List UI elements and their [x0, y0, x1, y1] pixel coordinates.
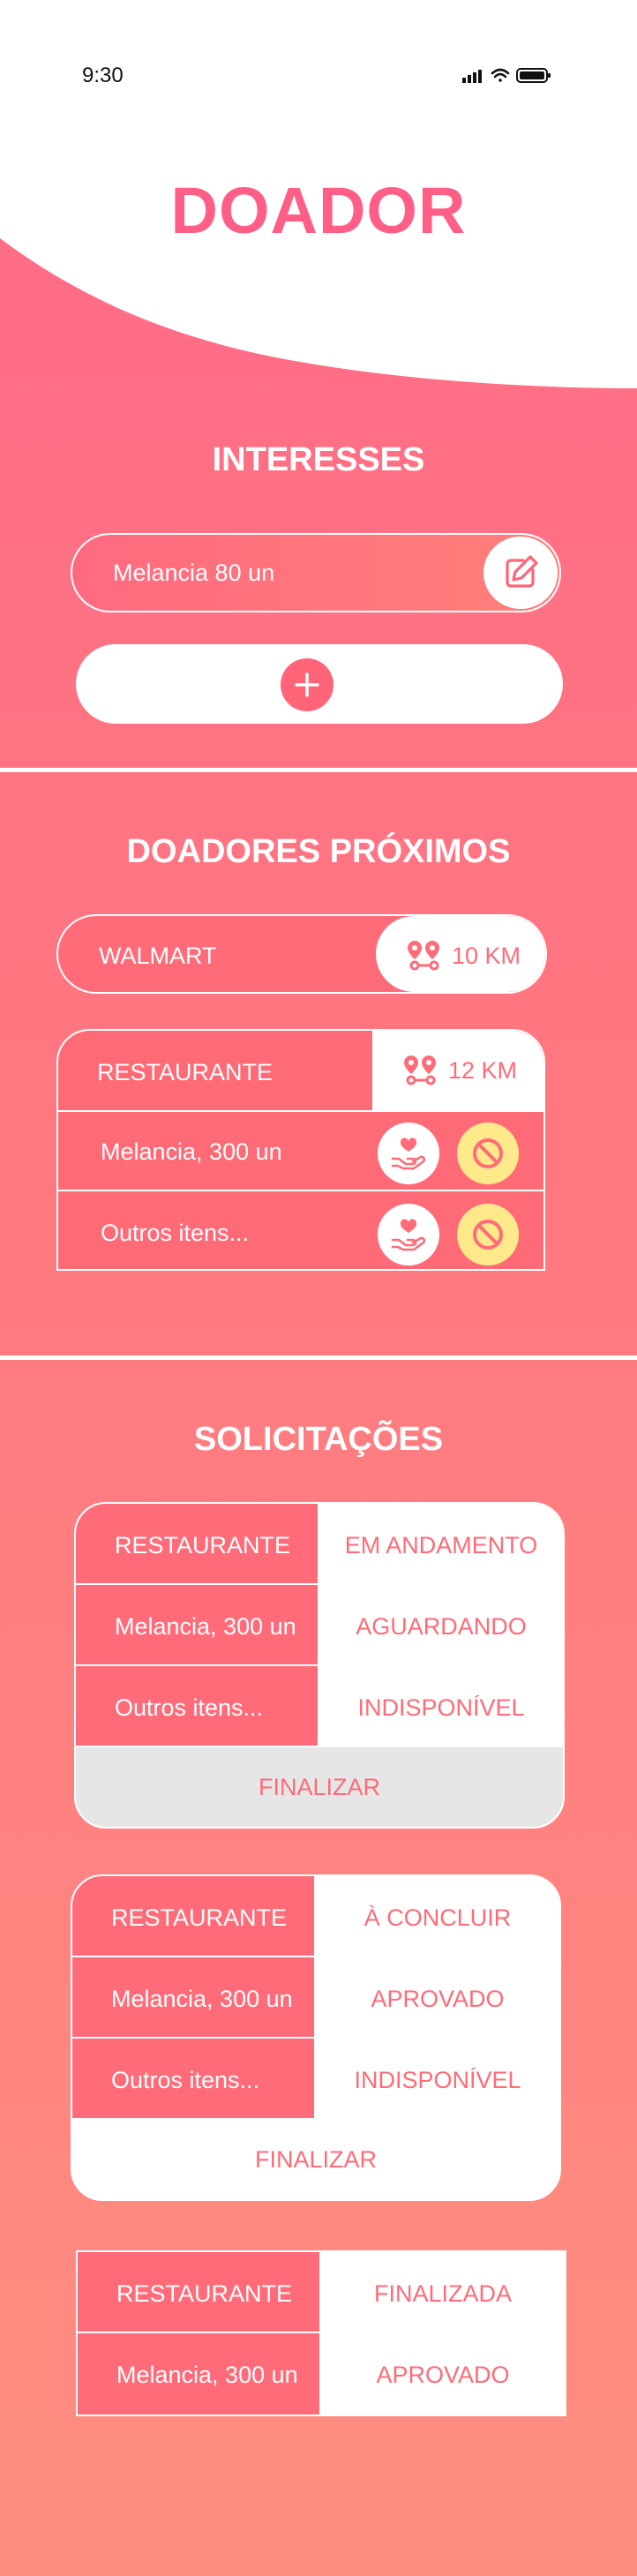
section-divider: [0, 1356, 637, 1360]
request-status: FINALIZADA: [373, 2280, 513, 2307]
finalize-button-disabled[interactable]: FINALIZAR: [76, 1747, 563, 1827]
section-title-solicitacoes: SOLICITAÇÕES: [193, 1421, 444, 1458]
donor-offer-label: Melancia, 300 un: [101, 1138, 282, 1165]
request-row: Melancia, 300 un AGUARDANDO: [76, 1585, 563, 1666]
interest-item[interactable]: Melancia 80 un: [71, 533, 561, 612]
section-title-interesses: INTERESSES: [212, 441, 425, 478]
request-row: Melancia, 300 un APROVADO: [78, 2333, 565, 2415]
block-icon: [473, 1138, 503, 1168]
request-item-status: INDISPONÍVEL: [357, 1694, 525, 1721]
edit-icon: [506, 555, 538, 588]
finalize-button[interactable]: FINALIZAR: [72, 2120, 559, 2199]
section-divider: [0, 768, 637, 772]
heart-hand-icon: [391, 1219, 426, 1251]
battery-icon: [516, 68, 551, 83]
section-title-doadores: DOADORES PRÓXIMOS: [126, 833, 511, 870]
add-interest-bar[interactable]: [76, 644, 563, 724]
page-title: DOADOR: [170, 174, 467, 247]
request-row: Melancia, 300 un APROVADO: [72, 1957, 559, 2039]
donor-card-header[interactable]: RESTAURANTE 12 KM: [58, 1031, 543, 1112]
heart-hand-icon: [391, 1138, 426, 1170]
add-interest-button[interactable]: [281, 658, 333, 711]
donor-distance-value: 12 KM: [448, 1057, 518, 1084]
status-icons: [462, 68, 551, 83]
plus-icon: [295, 672, 319, 697]
map-pin-route-icon: [408, 941, 439, 971]
donor-offer-label: Outros itens...: [101, 1220, 250, 1246]
donor-offer-row: Outros itens...: [58, 1193, 543, 1269]
request-item: Outros itens...: [111, 2067, 260, 2093]
request-donation-button[interactable]: [378, 1123, 439, 1184]
request-row: Outros itens... INDISPONÍVEL: [76, 1666, 563, 1747]
request-item-status: APROVADO: [371, 1986, 505, 2012]
donor-name: RESTAURANTE: [97, 1059, 274, 1085]
cellular-signal-icon: [462, 70, 482, 83]
request-card: RESTAURANTE FINALIZADA Melancia, 300 un …: [76, 2250, 566, 2416]
request-card: RESTAURANTE À CONCLUIR Melancia, 300 un …: [71, 1874, 561, 2201]
request-origin: RESTAURANTE: [111, 1904, 288, 1931]
request-row: RESTAURANTE FINALIZADA: [78, 2252, 565, 2333]
request-item-status: INDISPONÍVEL: [354, 2067, 521, 2093]
request-row: RESTAURANTE EM ANDAMENTO: [76, 1504, 563, 1585]
donor-distance: 12 KM: [372, 1031, 543, 1110]
status-bar: 9:30: [0, 0, 637, 87]
decline-button[interactable]: [457, 1123, 519, 1184]
block-icon: [473, 1220, 503, 1250]
wifi-icon: [491, 68, 510, 82]
request-card: RESTAURANTE EM ANDAMENTO Melancia, 300 u…: [74, 1502, 565, 1829]
donor-item-walmart[interactable]: WALMART 10 KM: [56, 914, 547, 994]
request-item-status: AGUARDANDO: [356, 1613, 527, 1640]
request-status: À CONCLUIR: [363, 1904, 512, 1931]
status-time: 9:30: [82, 64, 124, 87]
request-donation-button[interactable]: [378, 1204, 439, 1265]
request-item-status: APROVADO: [376, 2362, 510, 2388]
request-item: Melancia, 300 un: [115, 1613, 296, 1640]
donor-offer-row: Melancia, 300 un: [58, 1112, 543, 1191]
request-origin: RESTAURANTE: [116, 2280, 293, 2307]
edit-interest-button[interactable]: [483, 537, 558, 609]
request-row: Outros itens... INDISPONÍVEL: [72, 2039, 559, 2120]
donor-distance: 10 KM: [376, 916, 545, 992]
request-item: Melancia, 300 un: [111, 1986, 293, 2012]
decline-button[interactable]: [457, 1204, 519, 1265]
donor-card-restaurante: RESTAURANTE 12 KM Melancia, 300 un Outro…: [56, 1029, 545, 1271]
request-status: EM ANDAMENTO: [344, 1532, 538, 1558]
donor-name: WALMART: [99, 943, 217, 969]
request-row: RESTAURANTE À CONCLUIR: [72, 1876, 559, 1957]
request-origin: RESTAURANTE: [115, 1532, 291, 1558]
request-item: Melancia, 300 un: [116, 2362, 298, 2388]
map-pin-route-icon: [404, 1055, 436, 1085]
request-item: Outros itens...: [115, 1694, 264, 1721]
donor-distance-value: 10 KM: [452, 943, 521, 969]
interest-item-label: Melancia 80 un: [113, 560, 275, 586]
